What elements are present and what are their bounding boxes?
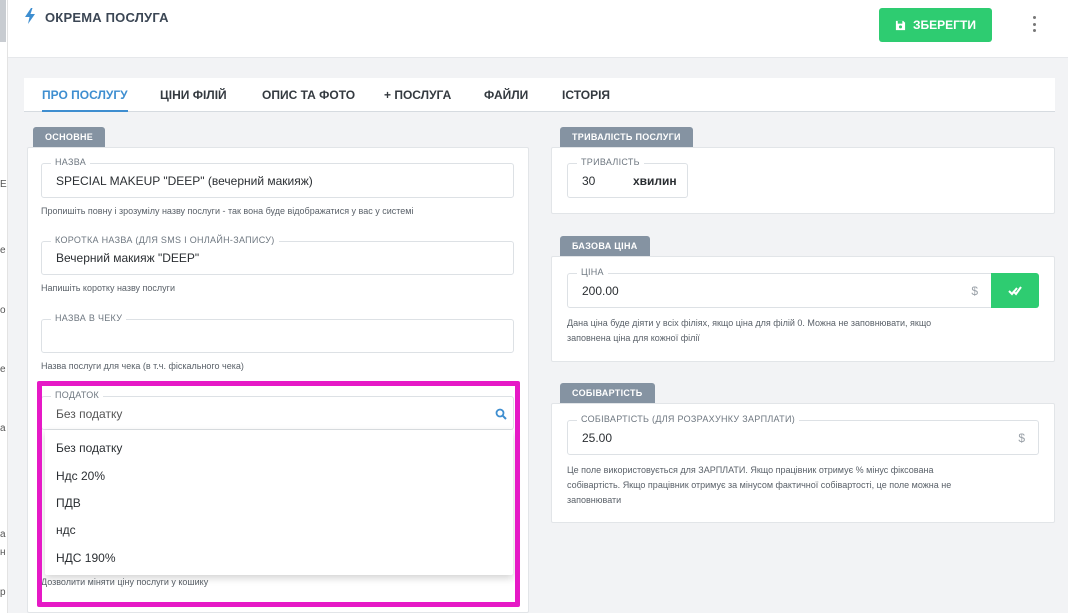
more-options-icon[interactable] <box>1030 16 1038 32</box>
tab-bar: ПРО ПОСЛУГУ ЦІНИ ФІЛІЙ ОПИС ТА ФОТО + ПО… <box>24 78 1055 112</box>
duration-field[interactable]: ТРИВАЛІСТЬ 30 хвилин <box>567 157 688 198</box>
currency-symbol: $ <box>1018 431 1025 445</box>
receipt-name-field[interactable]: НАЗВА В ЧЕКУ <box>41 313 514 353</box>
field-label: НАЗВА <box>51 157 91 167</box>
section-label-cost: СОБІВАРТІСТЬ <box>560 383 655 403</box>
sidebar-edge-text: е <box>0 246 6 256</box>
service-name-value: SPECIAL MAKEUP "DEEP" (вечерний макияж) <box>56 174 313 188</box>
cost-hint-line: собівартість. Якщо працівник отримує за … <box>567 480 952 490</box>
price-hint-line: Дана ціна буде діяти у всіх філіях, якщо… <box>567 318 932 328</box>
lightning-bolt-icon <box>25 8 35 24</box>
field-label: СОБІВАРТІСТЬ (ДЛЯ РОЗРАХУНКУ ЗАРПЛАТИ) <box>577 414 800 424</box>
tab-description-photo[interactable]: ОПИС ТА ФОТО <box>262 78 355 112</box>
section-label-base-price: БАЗОВА ЦІНА <box>560 236 650 256</box>
tab-branch-prices[interactable]: ЦІНИ ФІЛІЙ <box>160 78 227 112</box>
sidebar-edge-text: Е <box>0 180 7 190</box>
page-header: ОКРЕМА ПОСЛУГА ЗБЕРЕГТИ <box>8 0 1068 58</box>
tab-add-service[interactable]: + ПОСЛУГА <box>384 78 451 112</box>
sidebar-edge-text: р <box>0 588 6 598</box>
tax-option[interactable]: ПДВ <box>56 496 81 510</box>
cost-value: 25.00 <box>582 431 613 445</box>
service-name-hint: Пропишіть повну і зрозумілу назву послуг… <box>41 206 414 216</box>
floppy-disk-icon <box>895 20 906 30</box>
apply-price-button[interactable] <box>991 273 1039 308</box>
currency-symbol: $ <box>971 284 978 298</box>
page-title: ОКРЕМА ПОСЛУГА <box>45 10 169 25</box>
cost-field[interactable]: СОБІВАРТІСТЬ (ДЛЯ РОЗРАХУНКУ ЗАРПЛАТИ) 2… <box>567 414 1039 455</box>
main-content: ПРО ПОСЛУГУ ЦІНИ ФІЛІЙ ОПИС ТА ФОТО + ПО… <box>24 78 1055 613</box>
tax-option[interactable]: Без податку <box>56 441 122 455</box>
duration-unit: хвилин <box>633 174 677 188</box>
short-name-hint: Напишіть коротку назву послуги <box>41 283 175 293</box>
tax-option[interactable]: НДС 190% <box>56 551 115 565</box>
field-label: НАЗВА В ЧЕКУ <box>51 313 127 323</box>
cost-panel: СОБІВАРТІСТЬ (ДЛЯ РОЗРАХУНКУ ЗАРПЛАТИ) 2… <box>551 403 1055 523</box>
search-icon[interactable] <box>495 408 507 420</box>
cost-hint-line: заповнювати <box>567 495 622 505</box>
base-price-panel: ЦІНА 200.00 $ Дана ціна буде діяти у всі… <box>551 256 1055 362</box>
tax-select-placeholder: Без податку <box>56 407 123 421</box>
tab-files[interactable]: ФАЙЛИ <box>484 78 528 112</box>
service-name-field[interactable]: НАЗВА SPECIAL MAKEUP "DEEP" (вечерний ма… <box>41 157 514 198</box>
sidebar-edge-text: а <box>0 424 6 434</box>
cart-price-hint: Дозволити міняти ціну послуги у кошику <box>41 577 209 587</box>
sidebar-edge-block <box>0 0 6 42</box>
tax-select[interactable]: ПОДАТОК Без податку <box>41 390 514 430</box>
save-button-label: ЗБЕРЕГТИ <box>913 18 976 32</box>
sidebar-edge-text: а <box>0 530 6 540</box>
sidebar-edge-text: е <box>0 365 6 375</box>
save-button[interactable]: ЗБЕРЕГТИ <box>879 8 992 42</box>
sidebar-edge-text: н <box>0 548 6 558</box>
duration-panel: ТРИВАЛІСТЬ 30 хвилин <box>551 147 1055 214</box>
short-name-field[interactable]: КОРОТКА НАЗВА (ДЛЯ SMS І ОНЛАЙН-ЗАПИСУ) … <box>41 235 514 275</box>
cost-hint-line: Це поле використовується для ЗАРПЛАТИ. Я… <box>567 465 934 475</box>
double-check-icon <box>1008 285 1022 296</box>
field-label: ПОДАТОК <box>51 390 104 400</box>
price-hint-line: заповнена ціна для кожної філії <box>567 333 700 343</box>
tab-about-service[interactable]: ПРО ПОСЛУГУ <box>42 78 128 112</box>
short-name-value: Вечерний макияж "DEEP" <box>56 251 200 265</box>
field-label: ЦІНА <box>577 267 608 277</box>
tax-option[interactable]: ндс <box>56 523 76 537</box>
tax-dropdown-menu: Без податку Ндс 20% ПДВ ндс НДС 190% <box>45 430 513 575</box>
price-field[interactable]: ЦІНА 200.00 $ <box>567 267 992 308</box>
receipt-name-hint: Назва послуги для чека (в т.ч. фіскально… <box>41 361 244 371</box>
price-value: 200.00 <box>582 284 619 298</box>
tax-option[interactable]: Ндс 20% <box>56 469 105 483</box>
field-label: КОРОТКА НАЗВА (ДЛЯ SMS І ОНЛАЙН-ЗАПИСУ) <box>51 235 279 245</box>
section-label-basic: ОСНОВНЕ <box>33 127 106 147</box>
duration-value: 30 <box>582 174 596 188</box>
section-label-duration: ТРИВАЛІСТЬ ПОСЛУГИ <box>560 127 693 147</box>
sidebar-edge-text: о <box>0 306 6 316</box>
tab-history[interactable]: ІСТОРІЯ <box>562 78 610 112</box>
field-label: ТРИВАЛІСТЬ <box>577 157 644 167</box>
